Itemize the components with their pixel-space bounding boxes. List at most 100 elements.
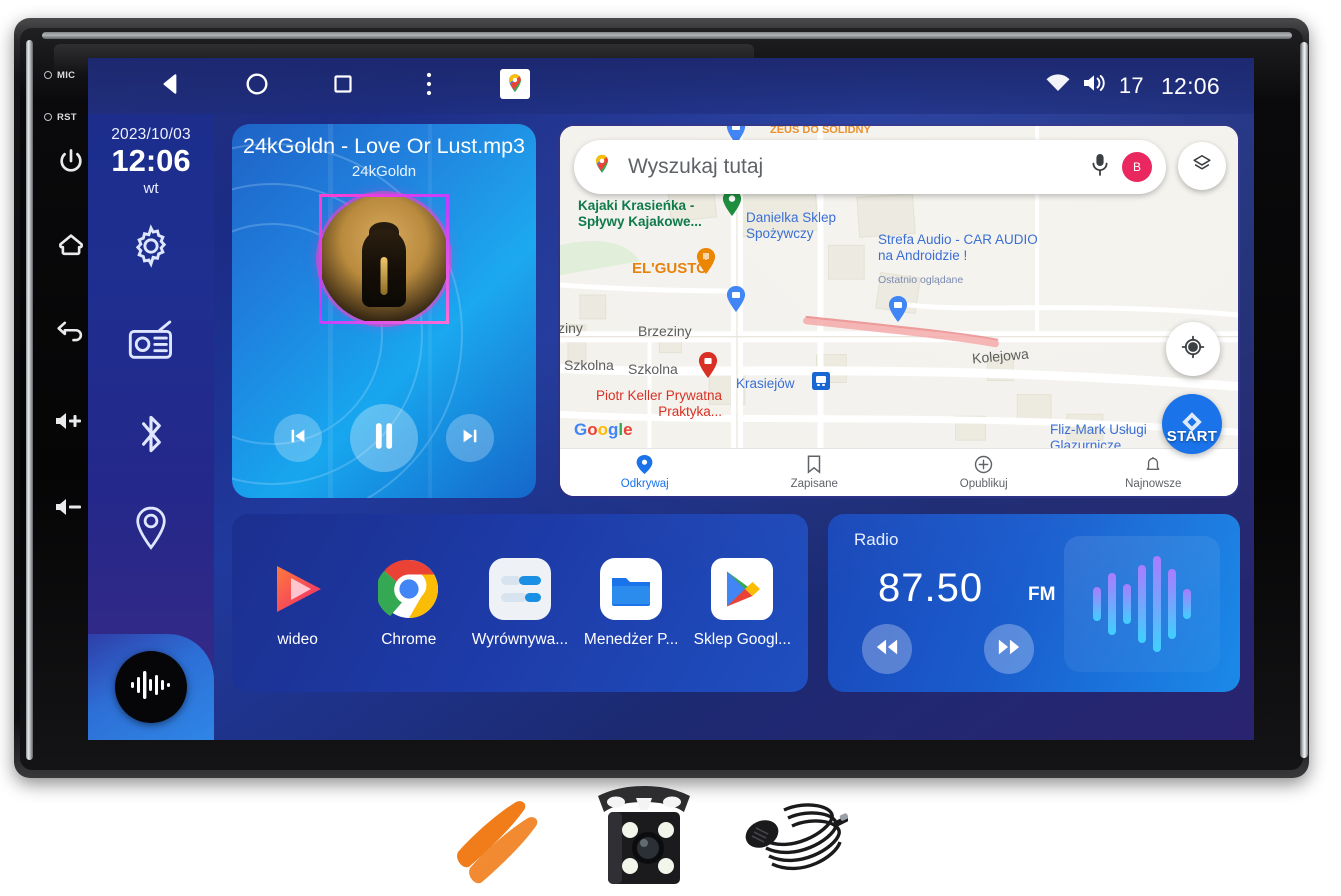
rewind-icon: [875, 637, 899, 662]
map-search-placeholder[interactable]: Wyszukaj tutaj: [628, 155, 1090, 179]
map-label-brzeziny: Brzeziny: [638, 323, 692, 339]
map-nav-saved[interactable]: Zapisane: [730, 455, 900, 490]
map-layers-button[interactable]: [1178, 142, 1226, 190]
start-navigation-button[interactable]: START: [1162, 394, 1222, 454]
radio-frequency: 87.50: [878, 566, 984, 610]
bookmark-icon: [806, 455, 822, 477]
avatar[interactable]: B: [1122, 152, 1152, 182]
app-shortcuts-widget: wideo Chrome Wyrównywa... Menedżer P... …: [232, 514, 808, 692]
map-pin-restaurant[interactable]: [696, 248, 716, 274]
sidebar-item-bluetooth[interactable]: [125, 411, 177, 463]
track-artist: 24kGoldn: [351, 163, 417, 180]
plus-circle-icon: [974, 455, 993, 477]
map-label-piotr-keller: Piotr Keller Prywatna Praktyka...: [595, 388, 722, 419]
app-equalizer-label: Wyrównywa...: [471, 631, 569, 648]
audio-waveform-badge[interactable]: [115, 651, 187, 723]
map-transit-badge[interactable]: [812, 372, 830, 390]
triangle-left-icon: [158, 71, 184, 102]
radio-title: Radio: [854, 530, 899, 549]
sidebar-date: 2023/10/03: [111, 126, 191, 143]
visualizer-bar: [1153, 556, 1161, 652]
bezel-right-chrome: [1300, 42, 1308, 758]
radio-controls: [862, 624, 1034, 674]
map-pin-store-3[interactable]: [888, 296, 908, 322]
map-nav-contribute-label: Opublikuj: [959, 478, 1008, 490]
volume-down-icon: [54, 495, 88, 524]
my-location-button[interactable]: [1166, 322, 1220, 376]
map-nav-updates[interactable]: Najnowsze: [1069, 455, 1239, 490]
sidebar-items: [125, 223, 177, 557]
app-wideo[interactable]: wideo: [246, 557, 350, 649]
nav-home-button[interactable]: [214, 58, 300, 114]
bluetooth-icon: [131, 410, 171, 463]
sidebar-item-settings[interactable]: [125, 223, 177, 275]
visualizer-bar: [1093, 587, 1101, 621]
map-label-krasiejow: Krasiejów: [736, 376, 795, 391]
play-pause-button[interactable]: [350, 404, 418, 472]
app-play-store[interactable]: Sklep Googl...: [690, 557, 794, 649]
skip-previous-icon: [287, 425, 309, 452]
map-nav-contribute[interactable]: Opublikuj: [899, 455, 1069, 490]
video-player-icon: [266, 557, 330, 621]
microphone-icon[interactable]: [1090, 152, 1110, 183]
wifi-icon: [1045, 73, 1071, 99]
bell-icon: [1145, 455, 1161, 477]
skip-next-icon: [459, 425, 481, 452]
radio-visualizer: [1064, 536, 1220, 672]
app-file-manager[interactable]: Menedżer P...: [579, 557, 683, 649]
google-play-icon: [710, 557, 774, 621]
next-track-button[interactable]: [446, 414, 494, 462]
sidebar-item-radio[interactable]: [125, 317, 177, 369]
map-label-clipped: ZEUS DO SOLIDNY: [770, 124, 871, 136]
app-play-store-label: Sklep Googl...: [693, 631, 792, 648]
home-icon: [56, 230, 86, 265]
bezel-left-chrome: [26, 40, 33, 760]
app-wideo-label: wideo: [277, 631, 318, 648]
microphone-accessory: [736, 788, 849, 891]
map-search-bar[interactable]: Wyszukaj tutaj B: [574, 140, 1166, 194]
navigation-buttons: [88, 58, 558, 114]
music-player-widget[interactable]: 24kGoldn - Love Or Lust.mp3 24kGoldn: [232, 124, 536, 498]
maps-widget[interactable]: Wyszukaj tutaj B START ZEUS DO SOLIDNY K…: [558, 124, 1240, 498]
mic-label: MIC: [57, 69, 76, 81]
app-file-manager-label: Menedżer P...: [583, 631, 679, 648]
nav-back-button[interactable]: [128, 58, 214, 114]
nav-recents-button[interactable]: [300, 58, 386, 114]
map-nav-explore[interactable]: Odkrywaj: [560, 455, 730, 490]
sidebar: 2023/10/03 12:06 wt: [88, 114, 214, 740]
album-art: [319, 194, 449, 324]
nav-maps-shortcut[interactable]: [472, 58, 558, 114]
track-title: 24kGoldn - Love Or Lust.mp3: [242, 134, 526, 158]
radio-band: FM: [1028, 584, 1056, 605]
mic-hole-icon: [44, 71, 52, 79]
square-icon: [331, 72, 355, 101]
location-pin-icon: [636, 455, 653, 477]
layers-icon: [1191, 153, 1213, 180]
overflow-menu-icon: [425, 71, 433, 102]
back-icon: [55, 314, 87, 349]
sidebar-item-navigation[interactable]: [125, 505, 177, 557]
nav-overflow-button[interactable]: [386, 58, 472, 114]
touchscreen[interactable]: 17 12:06 2023/10/03 12:06 wt 24kGoldn - …: [88, 58, 1254, 740]
visualizer-bar: [1138, 565, 1146, 643]
map-label-brzeziny-partial: ziny: [558, 320, 583, 336]
map-nav-explore-label: Odkrywaj: [620, 478, 669, 490]
sidebar-assistant-corner[interactable]: [88, 634, 214, 740]
map-label-szkolna-1: Szkolna: [564, 357, 614, 373]
map-label-strefa-audio: Strefa Audio - CAR AUDIO na Androidzie !: [878, 232, 1038, 263]
gear-icon: [128, 223, 174, 274]
radio-seek-down-button[interactable]: [862, 624, 912, 674]
google-maps-icon: [500, 68, 530, 104]
radio-widget[interactable]: Radio 87.50 FM: [828, 514, 1240, 692]
radio-seek-up-button[interactable]: [984, 624, 1034, 674]
fast-forward-icon: [997, 637, 1021, 662]
audio-waveform-icon: [128, 668, 174, 707]
previous-track-button[interactable]: [274, 414, 322, 462]
map-pin-medical[interactable]: [698, 352, 718, 378]
head-unit-device: MIC RST 17 12:06 2023/10/03 12:06 wt 24k…: [14, 18, 1309, 778]
map-pin-store-1[interactable]: [726, 286, 746, 312]
chrome-icon: [377, 557, 441, 621]
app-chrome[interactable]: Chrome: [357, 557, 461, 649]
app-equalizer[interactable]: Wyrównywa...: [468, 557, 572, 649]
visualizer-bar: [1108, 573, 1116, 635]
